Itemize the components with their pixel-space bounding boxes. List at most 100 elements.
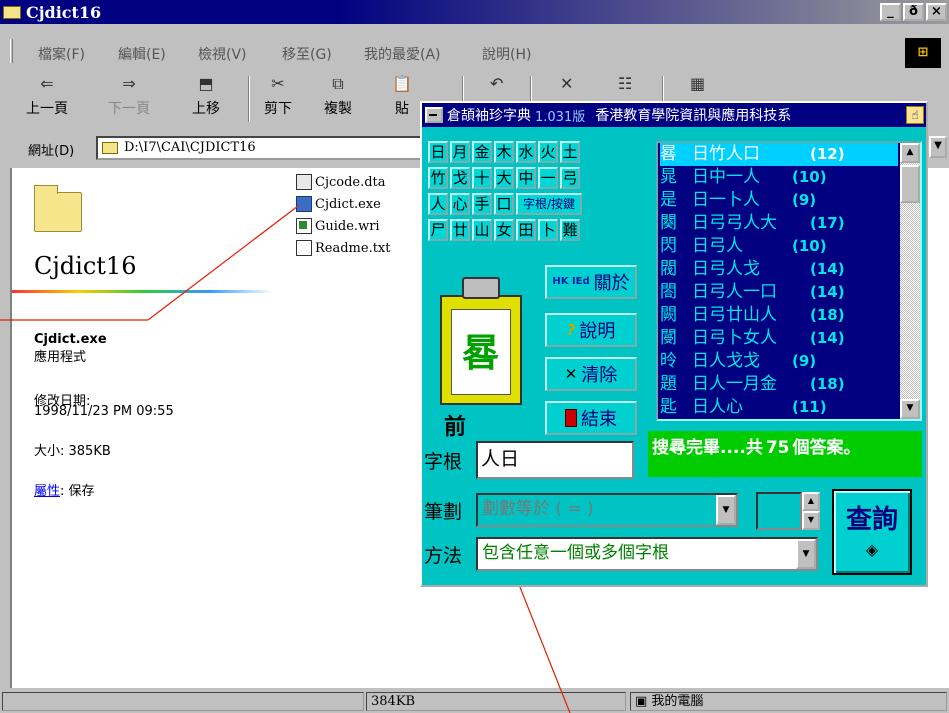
- spin-down-arrow-icon[interactable]: ▼: [802, 511, 820, 530]
- up-button[interactable]: ⬒ 上移: [192, 74, 220, 118]
- difficult-key[interactable]: 難: [560, 219, 580, 241]
- help-button[interactable]: ? 說明: [545, 313, 637, 347]
- copy-button[interactable]: ⧉ 複製: [324, 74, 352, 118]
- maximize-button[interactable]: ð: [903, 3, 924, 21]
- scroll-thumb[interactable]: [900, 165, 920, 203]
- result-code: 日竹人口: [692, 144, 760, 164]
- radical-key[interactable]: 廿: [450, 219, 470, 241]
- menu-go[interactable]: 移至(G): [282, 44, 332, 64]
- root-input[interactable]: 人日: [476, 441, 634, 479]
- explorer-title: Cjdict16: [26, 2, 102, 22]
- cut-button[interactable]: ✂ 剪下: [264, 74, 292, 118]
- menu-view[interactable]: 檢視(V): [198, 44, 247, 64]
- paste-label: 貼: [394, 101, 409, 117]
- forward-button[interactable]: ⇒ 下一頁: [108, 74, 150, 118]
- stroke-count-spinner[interactable]: ▲ ▼: [756, 492, 820, 530]
- result-row[interactable]: 匙日人心 (11): [660, 396, 898, 419]
- radical-key[interactable]: 火: [538, 141, 558, 163]
- radical-key[interactable]: 日: [428, 141, 448, 163]
- radical-key[interactable]: 中: [516, 167, 536, 189]
- file-item-guide[interactable]: Guide.wri: [296, 218, 380, 234]
- exit-button[interactable]: 結束: [545, 401, 637, 435]
- result-strokes: (11): [792, 398, 827, 416]
- address-field[interactable]: D:\I7\CAI\CJDICT16: [96, 136, 426, 160]
- file-item-cjcode[interactable]: Cjcode.dta: [296, 174, 386, 190]
- radical-key[interactable]: 卜: [538, 219, 558, 241]
- radical-key[interactable]: 人: [428, 193, 448, 215]
- delete-button[interactable]: ✕: [560, 74, 573, 98]
- back-button[interactable]: ⇐ 上一頁: [26, 74, 68, 118]
- result-row[interactable]: 晁日中一人 (10): [660, 166, 898, 189]
- minimize-button[interactable]: _: [880, 3, 901, 21]
- stroke-count-field[interactable]: [756, 492, 802, 530]
- scroll-down-arrow-icon[interactable]: ▼: [900, 399, 920, 419]
- radical-key[interactable]: 心: [450, 193, 470, 215]
- clear-button[interactable]: ✕ 清除: [545, 357, 637, 391]
- spin-up-arrow-icon[interactable]: ▲: [802, 492, 820, 511]
- dropdown-arrow-icon[interactable]: ▼: [796, 539, 816, 569]
- result-row[interactable]: 題日人一月金 (18): [660, 373, 898, 396]
- radical-key[interactable]: 水: [516, 141, 536, 163]
- radical-key[interactable]: 一: [538, 167, 558, 189]
- radical-key[interactable]: 土: [560, 141, 580, 163]
- stroke-select[interactable]: 劃數等於 ( = ) ▼: [476, 493, 738, 527]
- result-row[interactable]: 昤日人戈戈 (9): [660, 350, 898, 373]
- radical-key[interactable]: 月: [450, 141, 470, 163]
- radical-key[interactable]: 戈: [450, 167, 470, 189]
- question-mark-icon: ?: [566, 321, 576, 339]
- radical-key[interactable]: 金: [472, 141, 492, 163]
- radical-key[interactable]: 大: [494, 167, 514, 189]
- results-list[interactable]: 晷日竹人口 (12) 晁日中一人 (10) 是日一卜人 (9) 闋日弓弓人大 (17) …: [656, 141, 922, 421]
- views-button[interactable]: ▦: [690, 74, 705, 98]
- scroll-up-arrow-icon[interactable]: ▲: [900, 143, 920, 163]
- radical-key[interactable]: 竹: [428, 167, 448, 189]
- menu-file[interactable]: 檔案(F): [38, 44, 85, 64]
- method-select[interactable]: 包含任意一個或多個字根 ▼: [476, 537, 818, 571]
- cjdict-titlebar[interactable]: 倉頡袖珍字典 1.031版 香港教育學院資訊與應用科技系 ☝: [422, 103, 926, 127]
- results-scrollbar[interactable]: ▲ ▼: [900, 143, 920, 419]
- explorer-titlebar[interactable]: Cjdict16 _ ð ×: [0, 0, 949, 24]
- radical-key[interactable]: 山: [472, 219, 492, 241]
- radical-key[interactable]: 口: [494, 193, 514, 215]
- menu-help[interactable]: 說明(H): [482, 44, 531, 64]
- radical-key[interactable]: 女: [494, 219, 514, 241]
- back-arrow-icon: ⇐: [40, 74, 54, 93]
- menu-edit[interactable]: 編輯(E): [118, 44, 166, 64]
- properties-button[interactable]: ☷: [618, 74, 632, 98]
- toolbar-separator: [248, 76, 250, 122]
- status-location-label: 我的電腦: [651, 694, 704, 709]
- menubar-grip[interactable]: [10, 39, 13, 63]
- result-row[interactable]: 閃日弓人 (10): [660, 235, 898, 258]
- dropdown-arrow-icon[interactable]: ▼: [716, 495, 736, 525]
- result-row[interactable]: 闕日弓廿山人 (18): [660, 304, 898, 327]
- status-msg-suffix: 個答案。: [792, 438, 861, 458]
- address-dropdown-button[interactable]: ▼: [929, 136, 947, 158]
- file-item-readme[interactable]: Readme.txt: [296, 240, 391, 256]
- radical-key[interactable]: 尸: [428, 219, 448, 241]
- result-row[interactable]: 闋日弓弓人大 (17): [660, 212, 898, 235]
- radical-key[interactable]: 田: [516, 219, 536, 241]
- undo-button[interactable]: ↶: [490, 74, 503, 98]
- result-strokes: (9): [792, 191, 817, 209]
- attributes-link[interactable]: 屬性: [34, 484, 60, 499]
- radical-key[interactable]: 十: [472, 167, 492, 189]
- file-item-cjdict[interactable]: Cjdict.exe: [296, 196, 381, 212]
- menu-favorites[interactable]: 我的最愛(A): [364, 44, 441, 64]
- result-row[interactable]: 閿日弓卜女人 (14): [660, 327, 898, 350]
- about-button[interactable]: HK IEd 關於: [545, 265, 637, 299]
- paste-button[interactable]: 📋 貼: [392, 74, 412, 118]
- result-row[interactable]: 閤日弓人一口 (14): [660, 281, 898, 304]
- stroke-select-value: 劃數等於 ( = ): [482, 499, 594, 519]
- radical-key[interactable]: 木: [494, 141, 514, 163]
- result-row[interactable]: 晷日竹人口 (12): [660, 143, 898, 166]
- paste-icon: 📋: [392, 74, 412, 93]
- result-row[interactable]: 是日一卜人 (9): [660, 189, 898, 212]
- system-menu-button[interactable]: [425, 107, 443, 123]
- radical-key-toggle-button[interactable]: 字根/按鍵: [516, 193, 582, 215]
- radical-key[interactable]: 弓: [560, 167, 580, 189]
- result-row[interactable]: 閥日弓人戈 (14): [660, 258, 898, 281]
- close-button[interactable]: ×: [926, 3, 947, 21]
- query-button[interactable]: 查詢 ◈: [832, 489, 912, 575]
- views-icon: ▦: [690, 74, 706, 93]
- radical-key[interactable]: 手: [472, 193, 492, 215]
